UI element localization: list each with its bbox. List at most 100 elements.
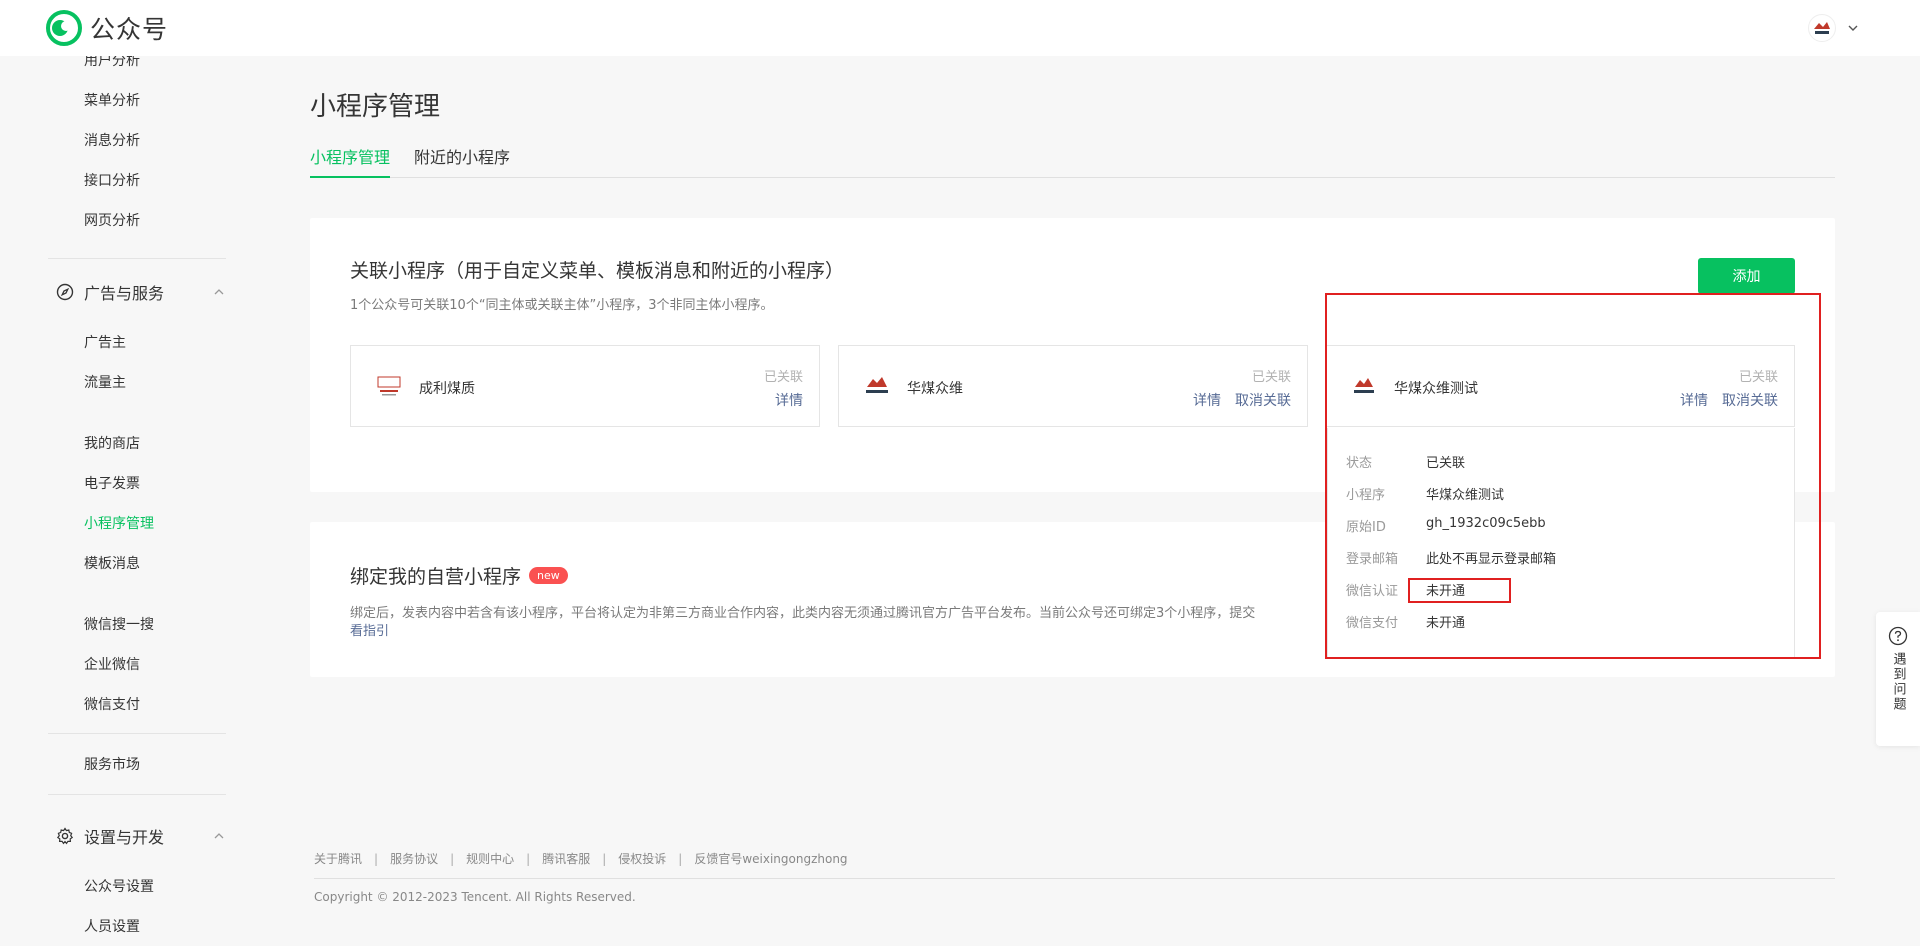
tab-nearby-miniprogram[interactable]: 附近的小程序	[414, 144, 510, 178]
sidebar-item-my-store[interactable]: 我的商店	[84, 433, 140, 453]
footer-link-feedback[interactable]: 反馈官号weixingongzhong	[694, 850, 847, 867]
help-float-button[interactable]: 遇到问题	[1876, 612, 1920, 746]
sidebar-item-account-settings[interactable]: 公众号设置	[84, 876, 154, 896]
sidebar-item-message-analysis[interactable]: 消息分析	[84, 130, 140, 150]
unlink-link[interactable]: 取消关联	[1235, 390, 1291, 410]
footer-link-support[interactable]: 腾讯客服	[542, 850, 590, 867]
footer-separator: |	[526, 851, 531, 866]
sidebar-item-wecom[interactable]: 企业微信	[84, 654, 140, 674]
huamei-test-logo-icon	[1354, 378, 1374, 393]
detail-value: 未开通	[1426, 616, 1466, 631]
sidebar-item-miniprogram-manage[interactable]: 小程序管理	[84, 513, 154, 533]
huamei-logo-icon	[866, 377, 888, 393]
sidebar-item-user-analysis[interactable]: 用户分析	[84, 56, 140, 70]
miniprogram-logo	[373, 370, 405, 402]
footer-separator: |	[602, 851, 607, 866]
compass-icon	[56, 283, 74, 301]
chevron-up-icon[interactable]	[212, 829, 226, 843]
brand-logo-icon	[46, 10, 82, 46]
sidebar-group-label: 设置与开发	[84, 828, 165, 847]
sidebar-item-member-settings[interactable]: 人员设置	[84, 916, 140, 936]
sidebar-item-service-market[interactable]: 服务市场	[84, 754, 140, 774]
sidebar-item-weixin-search[interactable]: 微信搜一搜	[84, 614, 154, 634]
detail-row-wechat-verify: 微信认证 未开通	[1346, 580, 1465, 599]
footer-link-infringement[interactable]: 侵权投诉	[618, 850, 666, 867]
sidebar-item-publisher[interactable]: 流量主	[84, 372, 126, 392]
miniprogram-name: 华煤众维	[907, 381, 963, 397]
detail-row-original-id: 原始ID gh_1932c09c5ebb	[1346, 516, 1546, 535]
clmz-logo-icon	[377, 376, 401, 396]
help-label: 遇到问题	[1890, 652, 1906, 712]
section-title: 关联小程序（用于自定义菜单、模板消息和附近的小程序）	[350, 260, 845, 282]
detail-label: 登录邮箱	[1346, 552, 1399, 567]
sidebar-divider	[48, 794, 226, 795]
sidebar-item-web-analysis[interactable]: 网页分析	[84, 210, 140, 230]
detail-label: 微信支付	[1346, 616, 1399, 631]
gear-icon	[56, 827, 74, 845]
detail-value: 未开通	[1426, 584, 1466, 599]
footer-links: 关于腾讯 | 服务协议 | 规则中心 | 腾讯客服 | 侵权投诉 | 反馈官号w…	[314, 850, 848, 867]
footer-link-rules[interactable]: 规则中心	[466, 850, 514, 867]
sidebar-item-menu-analysis[interactable]: 菜单分析	[84, 90, 140, 110]
top-bar: 公众号	[0, 0, 1920, 56]
detail-link[interactable]: 详情	[775, 390, 803, 410]
footer-separator: |	[374, 851, 379, 866]
footer-link-about[interactable]: 关于腾讯	[314, 850, 362, 867]
new-badge: new	[529, 567, 568, 584]
sidebar-item-e-invoice[interactable]: 电子发票	[84, 473, 140, 493]
sidebar-item-wechat-pay[interactable]: 微信支付	[84, 694, 140, 714]
section-title: 绑定我的自营小程序 new	[350, 562, 568, 589]
page-title: 小程序管理	[310, 92, 441, 122]
account-menu[interactable]	[1808, 14, 1860, 42]
copyright-text: Copyright © 2012-2023 Tencent. All Right…	[314, 890, 636, 904]
link-status: 已关联	[1738, 370, 1778, 385]
chevron-up-icon[interactable]	[212, 285, 226, 299]
footer-divider	[314, 878, 1835, 879]
sidebar-item-advertiser[interactable]: 广告主	[84, 332, 126, 352]
detail-value: 已关联	[1426, 456, 1466, 471]
account-logo-icon	[1814, 22, 1830, 34]
detail-row-wechat-pay: 微信支付 未开通	[1346, 612, 1465, 631]
chevron-down-icon[interactable]	[1846, 21, 1860, 35]
tab-miniprogram-manage[interactable]: 小程序管理	[310, 144, 391, 178]
detail-value: gh_1932c09c5ebb	[1426, 516, 1546, 531]
sidebar: 用户分析 菜单分析 消息分析 接口分析 网页分析 广告与服务 广告主 流量主 我…	[0, 56, 240, 946]
logo[interactable]: 公众号	[46, 10, 168, 46]
detail-link[interactable]: 详情	[1193, 390, 1221, 410]
unlink-link[interactable]: 取消关联	[1722, 390, 1778, 410]
detail-label: 小程序	[1346, 488, 1386, 503]
section-subtitle: 1个公众号可关联10个“同主体或关联主体”小程序，3个非同主体小程序。	[350, 298, 774, 313]
sidebar-group-settings[interactable]: 设置与开发	[56, 824, 226, 848]
sidebar-group-ads[interactable]: 广告与服务	[56, 280, 226, 304]
sidebar-item-api-analysis[interactable]: 接口分析	[84, 170, 140, 190]
question-icon	[1888, 626, 1908, 646]
detail-label: 微信认证	[1346, 584, 1399, 599]
miniprogram-logo	[1348, 370, 1380, 402]
footer-separator: |	[678, 851, 683, 866]
guide-link[interactable]: 看指引	[350, 620, 389, 639]
miniprogram-name: 成利煤质	[419, 381, 475, 397]
section-description: 绑定后，发表内容中若含有该小程序，平台将认定为非第三方商业合作内容，此类内容无须…	[350, 606, 1256, 621]
link-status: 已关联	[1251, 370, 1291, 385]
detail-row-miniprogram: 小程序 华煤众维测试	[1346, 484, 1504, 503]
detail-row-status: 状态 已关联	[1346, 452, 1465, 471]
detail-value: 此处不再显示登录邮箱	[1426, 552, 1557, 567]
miniprogram-detail-panel: 状态 已关联 小程序 华煤众维测试 原始ID gh_1932c09c5ebb 登…	[1327, 428, 1795, 659]
miniprogram-actions: 详情	[775, 390, 803, 410]
sidebar-divider	[48, 258, 226, 259]
miniprogram-name: 华煤众维测试	[1394, 381, 1478, 397]
footer-link-service-agreement[interactable]: 服务协议	[390, 850, 438, 867]
footer-separator: |	[450, 851, 455, 866]
miniprogram-actions: 详情 取消关联	[1193, 390, 1291, 410]
avatar[interactable]	[1808, 14, 1836, 42]
miniprogram-actions: 详情 取消关联	[1680, 390, 1778, 410]
miniprogram-item: 华煤众维测试 已关联 详情 取消关联	[1325, 345, 1795, 427]
miniprogram-item: 成利煤质 已关联 详情	[350, 345, 820, 427]
add-button[interactable]: 添加	[1698, 258, 1795, 294]
link-status: 已关联	[763, 370, 803, 385]
sidebar-item-template-message[interactable]: 模板消息	[84, 553, 140, 573]
detail-value: 华煤众维测试	[1426, 488, 1505, 503]
section-title-text: 绑定我的自营小程序	[350, 566, 522, 588]
miniprogram-logo	[861, 370, 893, 402]
detail-link[interactable]: 详情	[1680, 390, 1708, 410]
